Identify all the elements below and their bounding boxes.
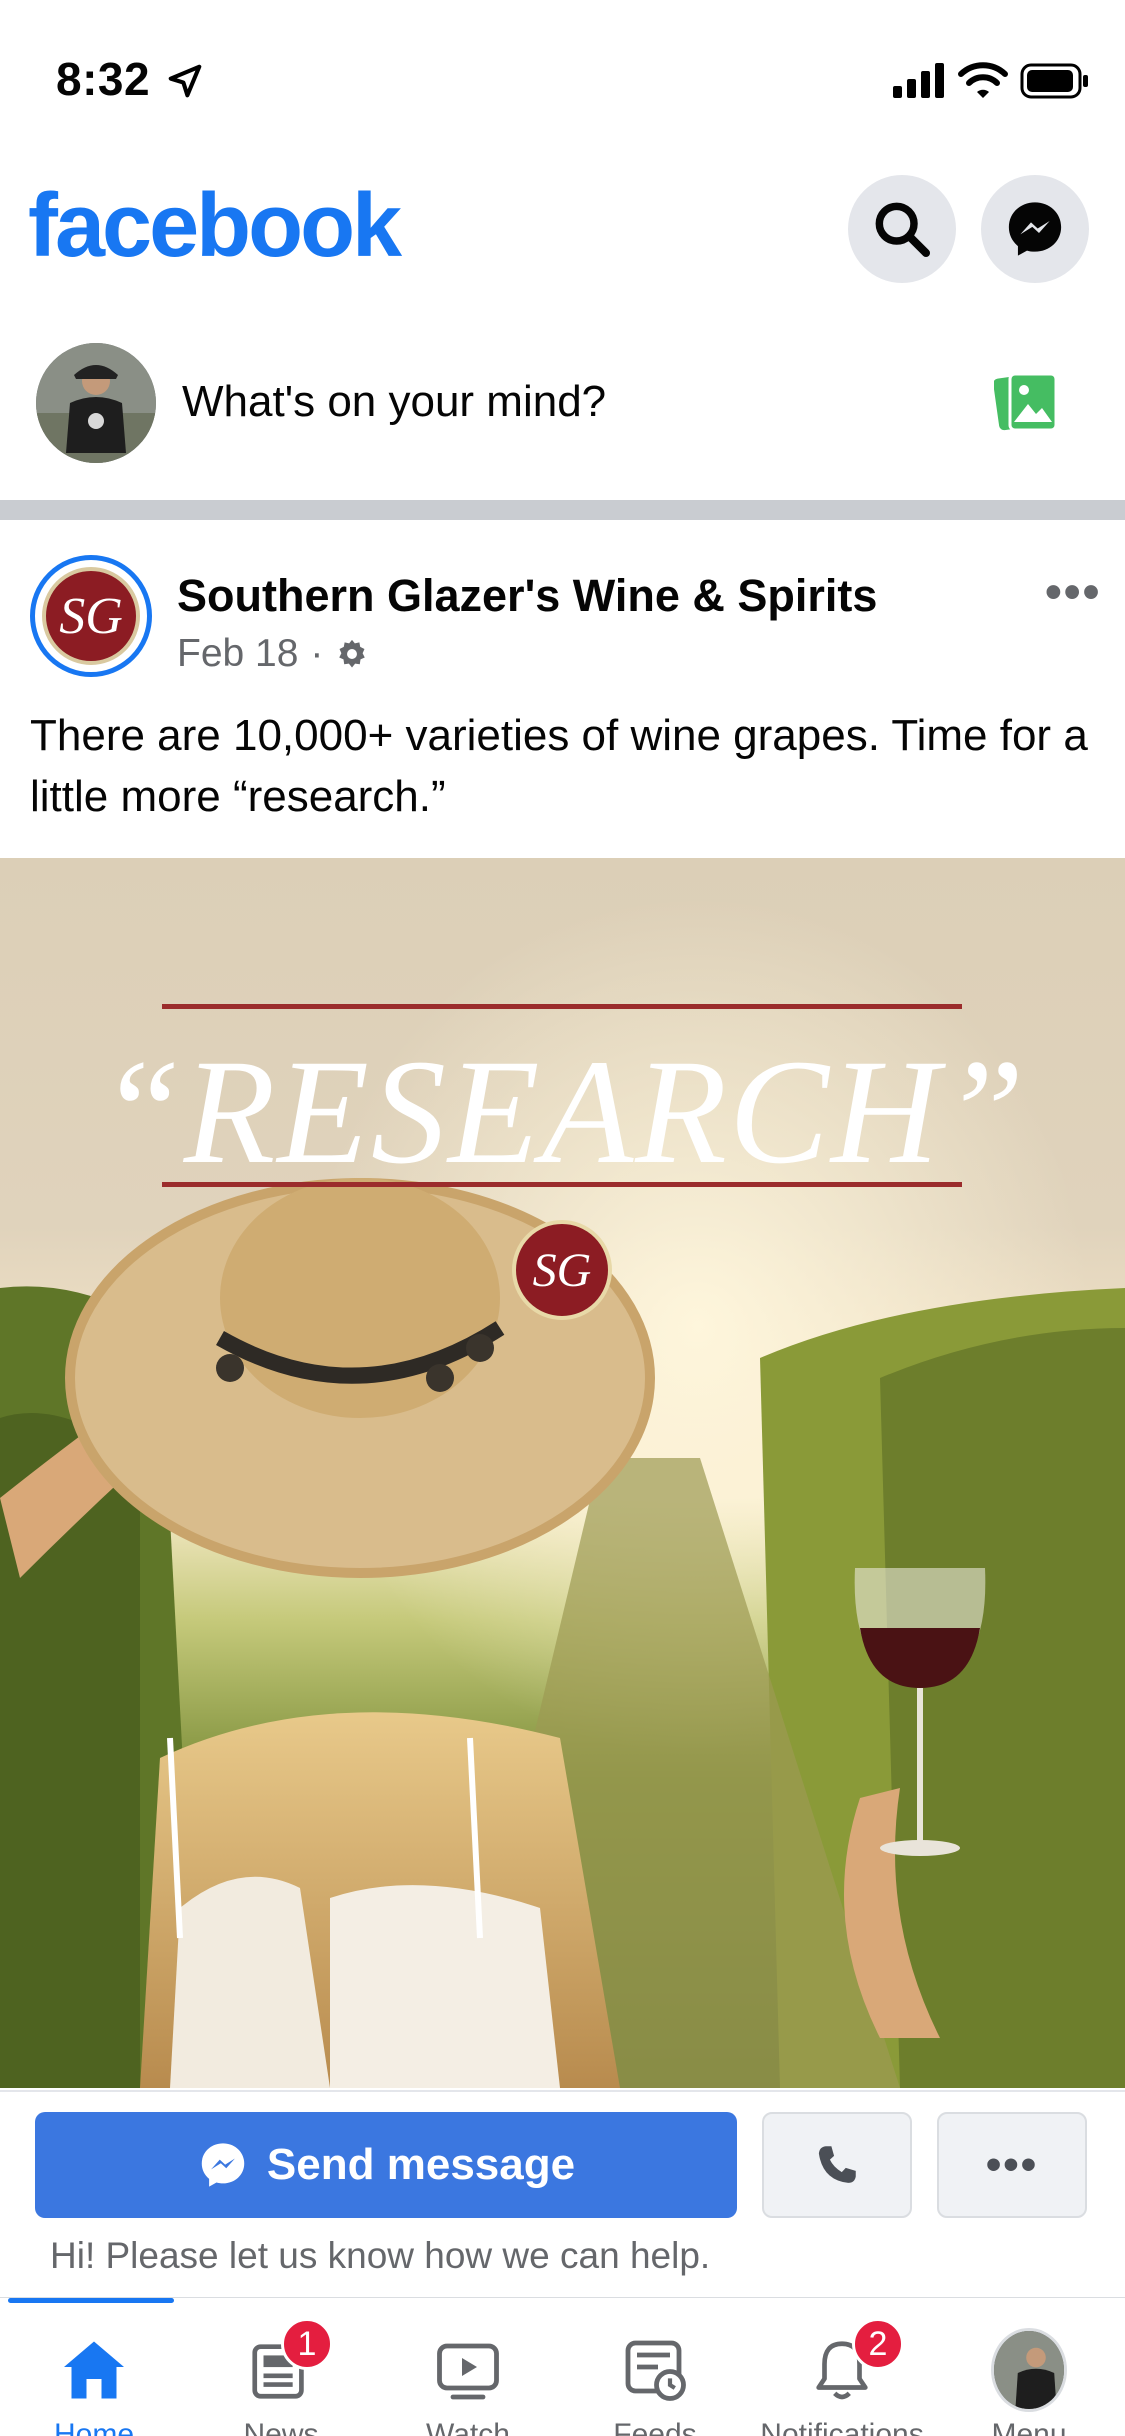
cta-helper-text: Hi! Please let us know how we can help. <box>50 2235 711 2276</box>
composer-prompt[interactable]: What's on your mind? <box>182 377 606 427</box>
post-image[interactable]: “RESEARCH” SG <box>0 858 1125 2088</box>
gear-icon <box>339 639 366 668</box>
news-badge: 1 <box>281 2318 333 2370</box>
post-page-name[interactable]: Southern Glazer's Wine & Spirits <box>177 570 877 622</box>
feed-divider <box>0 500 1125 520</box>
photo-icon[interactable] <box>994 370 1060 434</box>
tab-notifications-label: Notifications <box>760 2418 924 2436</box>
meta-separator: · <box>310 632 324 675</box>
home-icon <box>56 2332 132 2408</box>
post-text: There are 10,000+ varieties of wine grap… <box>30 711 1088 821</box>
send-message-button[interactable]: Send message <box>35 2112 737 2218</box>
headline-rule-top <box>162 1004 962 1009</box>
cta-more-button[interactable]: ••• <box>937 2112 1087 2218</box>
feeds-icon <box>617 2332 693 2408</box>
headline-rule-bottom <box>162 1182 962 1187</box>
tab-notifications[interactable]: 2 Notifications <box>748 2298 936 2436</box>
tab-news[interactable]: 1 News <box>187 2298 375 2436</box>
tab-bar: Home 1 News Watch Feeds 2 Notifications … <box>0 2297 1125 2436</box>
tab-home-label: Home <box>53 2418 135 2436</box>
cellular-signal-icon <box>893 63 944 98</box>
cta-bar: Send message ••• Hi! Please let us know … <box>0 2090 1125 2295</box>
tab-menu-label: Menu <box>991 2418 1067 2436</box>
tab-menu[interactable]: Menu <box>935 2298 1123 2436</box>
send-message-label: Send message <box>266 2140 576 2189</box>
user-avatar-image <box>36 343 156 463</box>
post-more-button[interactable]: ••• <box>1045 565 1101 620</box>
tab-feeds[interactable]: Feeds <box>561 2298 749 2436</box>
image-logo: SG <box>512 1220 612 1320</box>
facebook-logo[interactable]: facebook <box>28 175 402 278</box>
post-date[interactable]: Feb 18 <box>177 632 298 676</box>
search-button[interactable] <box>848 175 956 283</box>
tab-news-label: News <box>243 2418 319 2436</box>
phone-icon <box>818 2146 856 2183</box>
tab-watch-label: Watch <box>426 2418 510 2436</box>
page-logo: SG <box>42 567 140 665</box>
status-bar: 8:32 <box>0 0 1125 150</box>
status-time: 8:32 <box>56 53 151 105</box>
battery-icon <box>1020 63 1088 99</box>
tab-feeds-label: Feeds <box>613 2418 697 2436</box>
tab-watch[interactable]: Watch <box>374 2298 562 2436</box>
messenger-icon <box>1008 202 1062 256</box>
image-headline: “RESEARCH” <box>98 1029 1027 1195</box>
tab-home[interactable]: Home <box>0 2298 188 2436</box>
call-button[interactable] <box>762 2112 912 2218</box>
location-arrow-icon <box>168 64 202 98</box>
user-avatar[interactable] <box>36 343 156 463</box>
watch-icon <box>430 2332 506 2408</box>
wifi-icon <box>958 62 1008 98</box>
composer[interactable]: What's on your mind? <box>0 335 1125 470</box>
messenger-button[interactable] <box>981 175 1089 283</box>
messenger-icon <box>201 2143 245 2187</box>
search-icon <box>875 202 930 257</box>
post-meta: Feb 18 · <box>177 632 369 676</box>
menu-avatar <box>991 2328 1067 2412</box>
page-avatar[interactable]: SG <box>30 555 152 677</box>
notifications-badge: 2 <box>852 2318 904 2370</box>
